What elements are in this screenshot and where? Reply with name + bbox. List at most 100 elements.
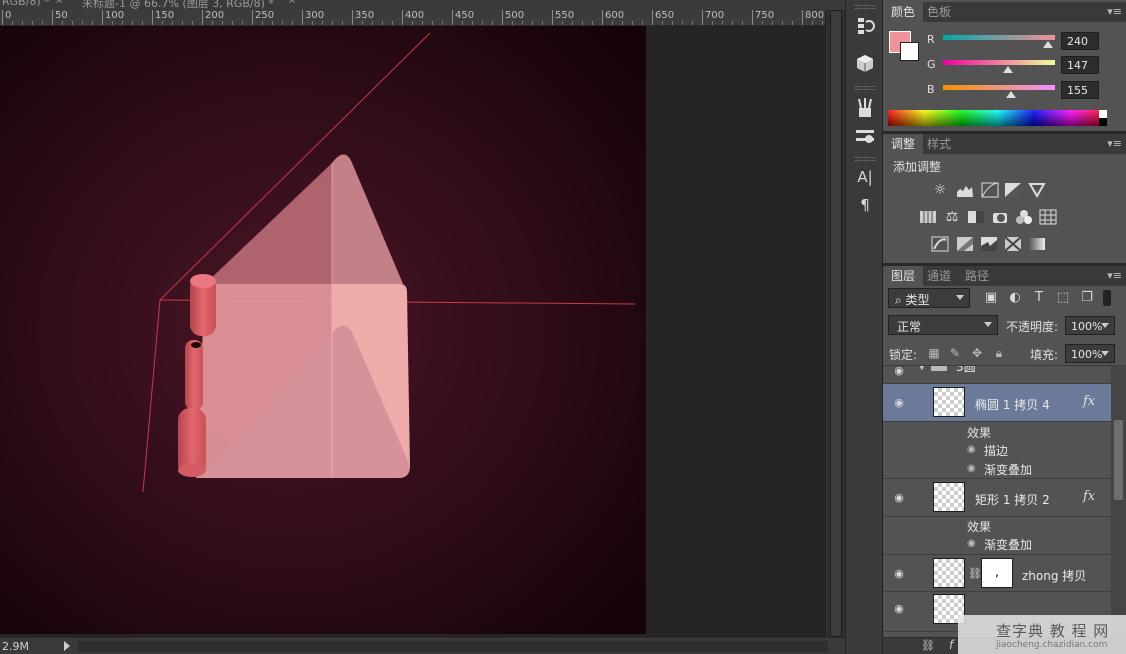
vibrance-icon[interactable]	[919, 209, 937, 225]
layer-filter-label: 类型	[905, 293, 930, 307]
brightness-contrast-icon[interactable]: ☼	[931, 182, 949, 198]
curves-icon[interactable]	[981, 182, 999, 198]
channel-input-g[interactable]	[1061, 56, 1099, 74]
tab-layers[interactable]: 图层	[883, 266, 924, 286]
scrollbar-thumb[interactable]	[830, 10, 842, 637]
filter-type-icon[interactable]: T	[1031, 290, 1047, 306]
layers-list[interactable]: ◉ ▼ 3圆 ◉ 椭圆 1 拷贝 4 fx 效果 ◉ 描边 ◉ 渐变叠加 ◉ 矩…	[883, 365, 1111, 637]
tab-adjustments[interactable]: 调整	[883, 134, 924, 154]
gradient-map-icon[interactable]	[1028, 236, 1046, 252]
effect-gradient-overlay[interactable]: 渐变叠加	[984, 461, 1032, 478]
layer-name[interactable]: 椭圆 1 拷贝 4	[975, 396, 1050, 413]
layers-scrollbar[interactable]	[1111, 365, 1126, 637]
lock-transparent-icon[interactable]: ▦	[927, 346, 941, 360]
levels-icon[interactable]	[956, 182, 974, 198]
horizontal-scrollbar[interactable]	[78, 641, 828, 652]
fill-field[interactable]: 100%	[1065, 344, 1115, 363]
tab-close-icon[interactable]: ×	[288, 0, 296, 10]
photo-filter-icon[interactable]	[991, 209, 1009, 225]
threshold-icon[interactable]	[980, 236, 998, 252]
character-panel-icon[interactable]: A|	[853, 165, 877, 189]
3d-cube-icon[interactable]	[853, 52, 877, 76]
blend-mode-select[interactable]: 正常	[888, 315, 998, 335]
visibility-eye-icon[interactable]: ◉	[892, 397, 906, 408]
effects-label: 效果	[967, 520, 992, 534]
black-white-icon[interactable]	[967, 209, 985, 225]
invert-icon[interactable]	[931, 236, 949, 252]
visibility-eye-icon[interactable]: ◉	[892, 366, 906, 376]
chain-link-icon[interactable]: ⛓	[968, 567, 982, 580]
channel-input-b[interactable]	[1061, 81, 1099, 99]
filter-shape-icon[interactable]: ⬚	[1055, 290, 1071, 306]
effect-eye-icon[interactable]: ◉	[967, 464, 977, 474]
effect-eye-icon[interactable]: ◉	[967, 445, 977, 455]
filter-smart-object-icon[interactable]: ❐	[1079, 290, 1095, 306]
effect-stroke[interactable]: 描边	[984, 442, 1008, 459]
selective-color-icon[interactable]	[1004, 236, 1022, 252]
exposure-icon[interactable]	[1004, 182, 1022, 198]
panel-menu-icon[interactable]: ▾≡	[1107, 5, 1122, 18]
history-brush-icon[interactable]	[853, 14, 877, 38]
layer-fx-icon[interactable]: fx	[1083, 489, 1095, 504]
dock-grip[interactable]	[855, 157, 875, 161]
layer-group-row[interactable]: ◉ ▼ 3圆	[883, 366, 1111, 384]
channel-input-r[interactable]	[1061, 32, 1099, 50]
lock-all-icon[interactable]: 🔒︎	[992, 346, 1006, 360]
tab-styles[interactable]: 样式	[919, 134, 959, 154]
background-color-swatch[interactable]	[900, 42, 919, 61]
visibility-eye-icon[interactable]: ◉	[892, 568, 906, 579]
panel-menu-icon[interactable]: ▾≡	[1107, 269, 1122, 282]
paragraph-icon[interactable]: ¶	[853, 193, 877, 217]
layer-mask-thumbnail[interactable]: ,	[981, 558, 1013, 588]
slider-track-g[interactable]	[943, 60, 1055, 65]
visibility-eye-icon[interactable]: ◉	[892, 603, 906, 614]
tab-paths[interactable]: 路径	[957, 266, 997, 286]
tab-swatches[interactable]: 色板	[919, 2, 959, 22]
opacity-field[interactable]: 100%	[1065, 316, 1115, 335]
layer-filter-select[interactable]: ⌕ 类型	[888, 288, 970, 308]
tab-close-icon[interactable]: ×	[55, 0, 63, 10]
link-layers-icon[interactable]: ⛓	[921, 639, 935, 652]
color-lookup-icon[interactable]	[1039, 209, 1057, 225]
panel-menu-icon[interactable]: ▾≡	[1107, 137, 1122, 150]
document-canvas[interactable]	[0, 26, 825, 637]
group-expand-icon[interactable]: ▼	[918, 366, 926, 372]
filter-adjustment-icon[interactable]: ◐	[1007, 290, 1023, 306]
dock-grip[interactable]	[855, 5, 875, 9]
dock-grip[interactable]	[855, 86, 875, 90]
lock-pixels-icon[interactable]: ✎	[948, 346, 962, 360]
color-balance-icon[interactable]: ⚖	[943, 209, 961, 225]
filter-toggle-icon[interactable]	[1103, 290, 1111, 306]
slider-thumb-b[interactable]	[1006, 91, 1017, 98]
effect-eye-icon[interactable]: ◉	[967, 539, 977, 549]
layer-row[interactable]: ◉ ⛓ , zhong 拷贝	[883, 555, 1111, 592]
lock-position-icon[interactable]: ✥	[970, 346, 984, 360]
tab-color[interactable]: 颜色	[883, 2, 924, 22]
layer-name[interactable]: zhong 拷贝	[1022, 567, 1086, 584]
channel-mixer-icon[interactable]	[1015, 209, 1033, 225]
layer-fx-icon[interactable]: fx	[1083, 394, 1095, 409]
tab-channels[interactable]: 通道	[919, 266, 959, 286]
slider-track-b[interactable]	[943, 85, 1055, 90]
visibility-eye-icon[interactable]: ◉	[892, 492, 906, 503]
gradient-triangle-icon[interactable]	[1028, 182, 1046, 198]
slider-thumb-g[interactable]	[1002, 66, 1013, 73]
posterize-icon[interactable]	[956, 236, 974, 252]
status-menu-arrow-icon[interactable]	[64, 641, 70, 651]
brush-preset-icon[interactable]	[853, 96, 877, 120]
add-style-icon[interactable]: f	[949, 638, 953, 652]
slider-thumb-r[interactable]	[1043, 41, 1054, 48]
filter-pixel-icon[interactable]: ▣	[983, 290, 999, 306]
document-tab-2[interactable]: 未标题-1 @ 66.7% (图层 3, RGB/8) *	[82, 0, 274, 10]
spectrum-black-white[interactable]	[1099, 110, 1107, 126]
scrollbar-thumb[interactable]	[1114, 420, 1123, 500]
canvas-workspace[interactable]	[0, 26, 825, 637]
layer-row[interactable]: ◉ 矩形 1 拷贝 2 fx	[883, 479, 1111, 517]
clone-source-icon[interactable]	[853, 124, 877, 148]
canvas-vertical-scrollbar[interactable]	[825, 10, 845, 637]
document-tab-1[interactable]: RGB/8) *	[2, 0, 50, 10]
effect-gradient-overlay[interactable]: 渐变叠加	[984, 536, 1032, 553]
slider-track-r[interactable]	[943, 35, 1055, 40]
layer-row-selected[interactable]: ◉ 椭圆 1 拷贝 4 fx	[883, 384, 1111, 422]
layer-name[interactable]: 矩形 1 拷贝 2	[975, 491, 1050, 508]
